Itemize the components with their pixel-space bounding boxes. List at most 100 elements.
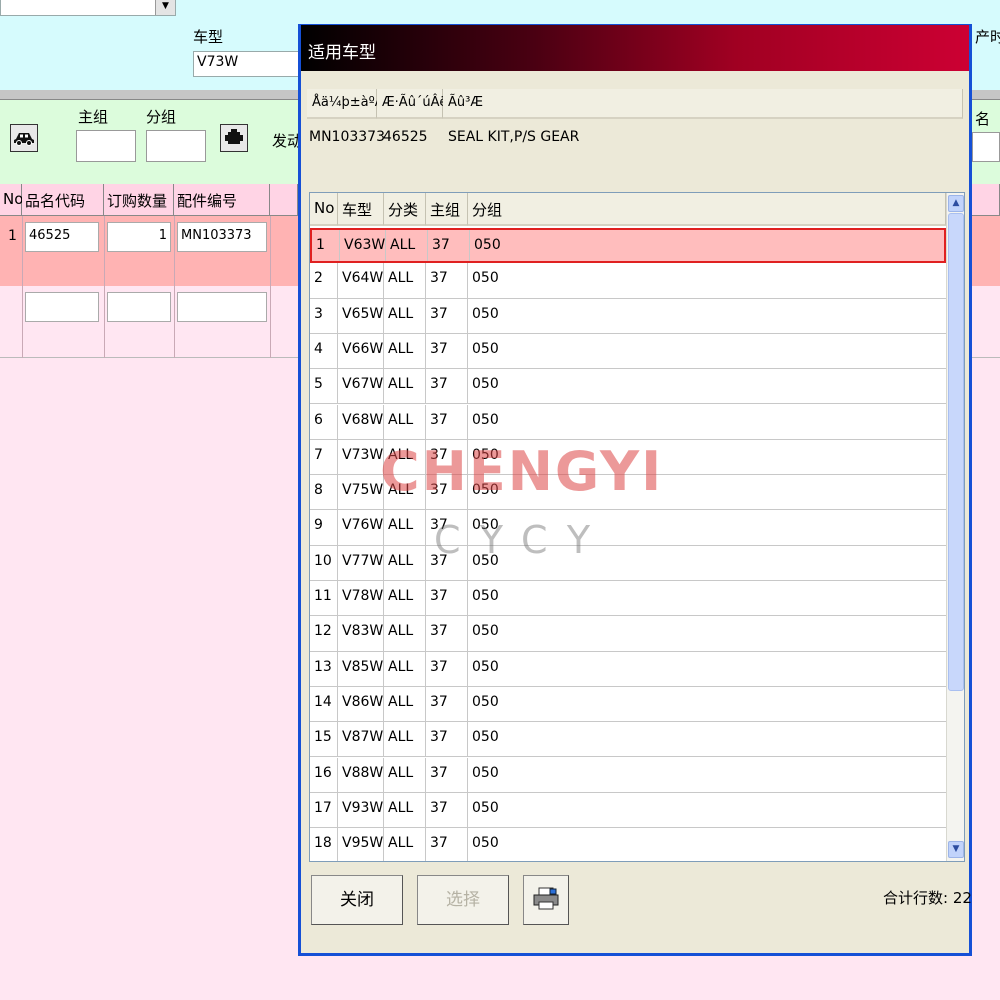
grid-line bbox=[270, 216, 271, 358]
main-group-label: 主组 bbox=[78, 108, 109, 126]
class-cell: ALL bbox=[386, 230, 428, 262]
sub-group-cell: 050 bbox=[472, 376, 499, 393]
part-info-panel: Åä¼þ±àºÅ Æ·Ãû´úÂë Ãû³Æ MN103373 46525 SE… bbox=[307, 85, 963, 189]
row-no-cell: 4 bbox=[310, 333, 338, 369]
scroll-thumb[interactable] bbox=[948, 213, 964, 691]
table-row[interactable]: 7 V73W ALL 37 050 bbox=[310, 439, 946, 476]
table-row[interactable]: 12 V83W ALL 37 050 bbox=[310, 616, 946, 652]
list-header-model[interactable]: 车型 bbox=[338, 193, 384, 226]
car-icon bbox=[14, 133, 34, 146]
main-group-cell: 37 bbox=[426, 298, 468, 333]
model-cell: V85W bbox=[338, 651, 384, 686]
row-no-cell: 10 bbox=[310, 545, 338, 580]
row-number: 1 bbox=[8, 228, 17, 244]
code-cell[interactable]: 46525 bbox=[25, 222, 99, 252]
sub-group-cell: 050 bbox=[472, 835, 499, 852]
select-button[interactable]: 选择 bbox=[417, 875, 509, 925]
scroll-down-icon[interactable]: ▼ bbox=[948, 841, 964, 858]
model-cell: V77W bbox=[338, 545, 384, 580]
list-header-sub[interactable]: 分组 bbox=[468, 193, 946, 226]
table-row[interactable]: 13 V85W ALL 37 050 bbox=[310, 651, 946, 687]
table-row[interactable]: 9 V76W ALL 37 050 bbox=[310, 510, 946, 546]
table-row[interactable]: 3 V65W ALL 37 050 bbox=[310, 298, 946, 334]
table-row[interactable]: 5 V67W ALL 37 050 bbox=[310, 369, 946, 405]
row-no-cell: 12 bbox=[310, 616, 338, 651]
table-row[interactable]: 8 V75W ALL 37 050 bbox=[310, 475, 946, 511]
main-group-cell: 37 bbox=[426, 333, 468, 369]
model-cell: V87W bbox=[338, 722, 384, 757]
row-no-cell: 16 bbox=[310, 757, 338, 792]
table-row[interactable]: 2 V64W ALL 37 050 bbox=[310, 263, 946, 299]
table-row[interactable]: 6 V68W ALL 37 050 bbox=[310, 404, 946, 440]
row-no-cell: 17 bbox=[310, 792, 338, 828]
table-row[interactable]: 4 V66W ALL 37 050 bbox=[310, 333, 946, 370]
name-input[interactable] bbox=[972, 132, 1000, 162]
class-cell: ALL bbox=[384, 439, 426, 475]
table-row[interactable]: 10 V77W ALL 37 050 bbox=[310, 545, 946, 581]
name-label: 名 bbox=[975, 110, 991, 128]
main-group-input[interactable] bbox=[76, 130, 136, 162]
list-header-class[interactable]: 分类 bbox=[384, 193, 426, 226]
list-header-no[interactable]: No bbox=[310, 193, 338, 226]
grid-header-extra bbox=[270, 184, 298, 216]
total-rows-count: 合计行数: 22 bbox=[883, 889, 972, 907]
part-cell[interactable] bbox=[177, 292, 267, 322]
table-row[interactable]: 15 V87W ALL 37 050 bbox=[310, 722, 946, 758]
qty-cell[interactable] bbox=[107, 292, 171, 322]
scroll-up-icon[interactable]: ▲ bbox=[948, 195, 964, 212]
model-cell: V67W bbox=[338, 369, 384, 404]
dialog-titlebar[interactable]: 适用车型 bbox=[301, 25, 969, 71]
sub-group-cell: 050 bbox=[472, 588, 499, 604]
main-group-cell: 37 bbox=[426, 757, 468, 792]
main-group-cell: 37 bbox=[426, 722, 468, 757]
table-row[interactable]: 18 V95W ALL 37 050 bbox=[310, 828, 946, 861]
close-button[interactable]: 关闭 bbox=[311, 875, 403, 925]
grid-line bbox=[22, 216, 23, 358]
model-cell: V63W bbox=[340, 230, 386, 262]
car-icon-button[interactable] bbox=[10, 124, 38, 152]
model-cell: V75W bbox=[338, 475, 384, 510]
table-row[interactable]: 17 V93W ALL 37 050 bbox=[310, 792, 946, 829]
sub-group-cell: 050 bbox=[472, 729, 499, 746]
main-group-cell: 37 bbox=[426, 439, 468, 475]
main-group-cell: 37 bbox=[426, 581, 468, 616]
sub-group-input[interactable] bbox=[146, 130, 206, 162]
row-no-cell: 7 bbox=[310, 439, 338, 475]
list-header-main[interactable]: 主组 bbox=[426, 193, 468, 226]
model-list[interactable]: No 车型 分类 主组 分组 1 V63W ALL 37 050 2 V64W ALL 37 05… bbox=[309, 192, 965, 862]
top-dropdown[interactable]: ▼ bbox=[0, 0, 176, 16]
table-row[interactable]: 11 V78W ALL 37 050 bbox=[310, 581, 946, 617]
code-cell[interactable] bbox=[25, 292, 99, 322]
chevron-down-icon[interactable]: ▼ bbox=[155, 0, 175, 15]
printer-icon bbox=[533, 887, 559, 910]
model-cell: V66W bbox=[338, 333, 384, 369]
main-group-cell: 37 bbox=[426, 510, 468, 545]
grid-header-right bbox=[970, 184, 1000, 216]
table-row[interactable]: 1 V63W ALL 37 050 bbox=[310, 228, 946, 264]
vertical-scrollbar[interactable]: ▲ ▼ bbox=[946, 193, 964, 861]
main-group-cell: 37 bbox=[426, 616, 468, 651]
dialog-title: 适用车型 bbox=[308, 43, 376, 63]
class-cell: ALL bbox=[384, 828, 426, 861]
sub-group-cell: 050 bbox=[472, 623, 499, 640]
table-row[interactable]: 16 V88W ALL 37 050 bbox=[310, 757, 946, 793]
engine-icon-button[interactable] bbox=[220, 124, 248, 152]
grid-header-no: No bbox=[0, 184, 23, 216]
table-row[interactable]: 14 V86W ALL 37 050 bbox=[310, 686, 946, 723]
sub-group-label: 分组 bbox=[146, 108, 177, 126]
part-cell[interactable]: MN103373 bbox=[177, 222, 267, 252]
sub-group-cell: 050 bbox=[472, 764, 499, 781]
row-no-cell: 8 bbox=[310, 475, 338, 510]
row-no-cell: 5 bbox=[310, 369, 338, 404]
qty-cell[interactable]: 1 bbox=[107, 222, 171, 252]
main-group-cell: 37 bbox=[426, 475, 468, 510]
model-cell: V65W bbox=[338, 298, 384, 333]
production-label: 产时 bbox=[975, 28, 1000, 46]
print-button[interactable] bbox=[523, 875, 569, 925]
main-group-cell: 37 bbox=[426, 263, 468, 298]
model-input[interactable]: V73W bbox=[193, 51, 303, 77]
class-cell: ALL bbox=[384, 722, 426, 757]
model-label: 车型 bbox=[193, 28, 224, 46]
class-cell: ALL bbox=[384, 651, 426, 686]
row-no-cell: 6 bbox=[310, 404, 338, 439]
